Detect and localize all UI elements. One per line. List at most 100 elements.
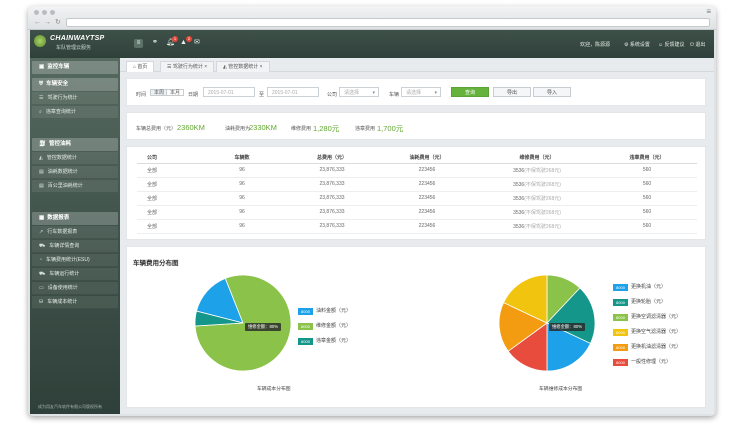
sidebar-section-safety[interactable]: ⛨ 车辆安全 (32, 78, 118, 91)
tab-driving-behavior[interactable]: ☰ 驾驶行为统计 × (160, 61, 215, 72)
tab-home[interactable]: ⌂ 首页 (126, 61, 155, 72)
date-from-input[interactable]: 2015-07-01 (203, 87, 255, 97)
col-company[interactable]: 公司 (137, 152, 197, 164)
table-row[interactable]: 全部 96 23,876,333 223456 3536(不保驾驶268元) 560 (137, 177, 697, 192)
legend-item[interactable]: 8000 更换轮胎（元） (613, 298, 666, 306)
back-arrow-icon[interactable]: ← (34, 19, 41, 26)
to-label: 至 (259, 92, 265, 98)
alert-badge: 2 (186, 36, 192, 42)
legend-label: 违章金额（元） (316, 338, 352, 344)
legend-item[interactable]: 8000 违章金额（元） (298, 337, 351, 345)
company-select[interactable]: 请选择 (339, 87, 379, 98)
export-button[interactable]: 导出 (493, 87, 531, 97)
legend-item[interactable]: 8000 油料金额（元） (298, 307, 351, 315)
cell-fine: 560 (597, 163, 697, 178)
col-repair[interactable]: 维修费用（元） (477, 152, 597, 164)
feedback-link[interactable]: ☺ 反馈建议 (658, 41, 685, 48)
sidebar-item-label: 车辆详情查询 (49, 243, 80, 249)
table-row[interactable]: 全部 96 23,876,333 223456 3536(不保驾驶268元) 560 (137, 205, 697, 220)
query-button[interactable]: 查询 (451, 87, 489, 97)
legend-label: 更换机油滤清器（元） (631, 344, 682, 350)
sidebar-item-vehicle-expense[interactable]: ⛁ 车辆成本统计 (32, 296, 118, 309)
legend-label: 更换空气滤清器（元） (631, 329, 682, 335)
cell-repair-value: 3536 (513, 167, 525, 174)
browser-menu-icon[interactable]: ≡ (706, 8, 711, 16)
tab-label: 首页 (137, 64, 148, 70)
top-bar: CHAINWAYTSP 车队管理云服务 ≡ ⚭ 🔔︎ 1 ▲ 2 ✉ 欢迎，陈源… (30, 30, 714, 58)
legend-item[interactable]: 8000 更换空调滤清器（元） (613, 313, 681, 321)
close-icon[interactable]: × (260, 64, 263, 70)
period-this-month[interactable]: 本月 (166, 89, 185, 96)
tab-control-data[interactable]: ◭ 管控数据统计 × (216, 61, 270, 72)
legend-badge: 8000 (613, 328, 628, 336)
sidebar-item-label: 车辆成本统计 (47, 299, 78, 305)
sidebar-section-label: 管控油耗 (48, 141, 71, 147)
sidebar-item-driving-report[interactable]: ↗ 行车数据报表 (32, 226, 118, 239)
date-to-input[interactable]: 2015-07-01 (267, 87, 319, 97)
import-button[interactable]: 导入 (533, 87, 571, 97)
stat-total-value: 2360KM (177, 123, 205, 132)
sidebar-item-label: 违章查询统计 (45, 109, 76, 115)
cell-vehicle-count: 96 (197, 205, 287, 220)
logout-link[interactable]: ⏻ 退出 (690, 41, 705, 48)
repair-pie-tooltip: 维修金额：80% (549, 323, 586, 331)
window-close-dot[interactable] (34, 10, 39, 15)
sidebar-item-violation-query[interactable]: ⌕ 违章查询统计 (32, 106, 118, 119)
table-row[interactable]: 全部 96 23,876,333 223456 3536(不保驾驶268元) 560 (137, 163, 697, 178)
cell-fine-value: 560 (642, 223, 652, 229)
cell-total: 23,876,333 (287, 205, 377, 220)
sidebar-item-fuel-data[interactable]: ▤ 油耗数据统计 (32, 166, 118, 179)
cell-fine-value: 560 (642, 209, 652, 215)
table-body: 全部 96 23,876,333 223456 3536(不保驾驶268元) 560 全部 9… (137, 163, 697, 234)
forward-arrow-icon[interactable]: → (44, 19, 51, 26)
cell-repair-value: 3536 (513, 223, 525, 230)
cell-total-value: 23,876,333 (319, 195, 345, 201)
legend-item[interactable]: 8000 更换机油滤清器（元） (613, 343, 681, 351)
settings-link[interactable]: ⚙ 系统设置 (624, 41, 650, 48)
vehicle-select[interactable]: 请选择 (401, 87, 441, 98)
cell-total: 23,876,333 (287, 177, 377, 192)
address-bar[interactable] (66, 18, 710, 27)
cell-repair: 3536(不保驾驶268元) (477, 205, 597, 220)
cell-company-value: 全部 (147, 223, 158, 230)
reload-icon[interactable]: ↻ (55, 19, 61, 26)
legend-item[interactable]: 8000 更换机油（元） (613, 283, 666, 291)
cell-vehicle-count-value: 96 (239, 223, 245, 229)
col-vehicle-count[interactable]: 车辆数 (197, 152, 287, 164)
legend-label: 油料金额（元） (316, 308, 352, 314)
sidebar-section-reports[interactable]: ▦ 数据报表 (32, 212, 118, 225)
legend-badge: 8000 (298, 337, 313, 345)
notification-badge: 1 (172, 36, 178, 42)
sidebar-item-driving-behavior[interactable]: ☰ 驾驶行为统计 (32, 92, 118, 105)
menu-toggle-button[interactable]: ≡ (134, 39, 143, 48)
window-minimize-dot[interactable] (42, 10, 47, 15)
sidebar-item-vehicle-operation[interactable]: ⛟ 车辆运行统计 (32, 268, 118, 281)
legend-badge: 8000 (298, 307, 313, 315)
sidebar-section-fuel[interactable]: ⛽︎ 管控油耗 (32, 138, 118, 151)
sidebar-item-device-usage[interactable]: ▭ 设备使用统计 (32, 282, 118, 295)
col-fuel[interactable]: 油耗费用（元） (377, 152, 477, 164)
link-icon[interactable]: ⚭ (152, 39, 158, 46)
cell-repair-note: (不保驾驶268元) (524, 195, 561, 202)
legend-item[interactable]: 8000 一般性修理（元） (613, 358, 671, 366)
sidebar-item-control-data[interactable]: ◭ 管控数据统计 (32, 152, 118, 165)
sidebar-section-monitor[interactable]: ▣ 监控车辆 (32, 61, 118, 74)
sidebar-item-fuel-per-100km[interactable]: ▤ 百公里油耗统计 (32, 180, 118, 193)
window-zoom-dot[interactable] (50, 10, 55, 15)
legend-item[interactable]: 8000 维修金额（元） (298, 322, 351, 330)
table-row[interactable]: 全部 96 23,876,333 223456 3536(不保驾驶268元) 560 (137, 219, 697, 234)
close-icon[interactable]: × (204, 64, 207, 70)
table-row[interactable]: 全部 96 23,876,333 223456 3536(不保驾驶268元) 560 (137, 191, 697, 206)
legend-item[interactable]: 8000 更换空气滤清器（元） (613, 328, 681, 336)
cell-fine: 560 (597, 191, 697, 206)
cell-repair: 3536(不保驾驶268元) (477, 219, 597, 234)
sidebar-item-label: 行车数据报表 (47, 229, 78, 235)
col-fine[interactable]: 违章费用（元） (597, 152, 697, 164)
sidebar-item-vehicle-detail[interactable]: ⛟ 车辆详情查询 (32, 240, 118, 253)
mail-icon[interactable]: ✉ (194, 39, 200, 46)
sidebar-item-vehicle-cost[interactable]: ◔ 车辆费用统计(ESU) (32, 254, 118, 267)
cell-company-value: 全部 (147, 195, 158, 202)
col-total[interactable]: 总费用（元） (287, 152, 377, 164)
stat-repair-label: 维修费用 (291, 126, 312, 132)
cell-company: 全部 (137, 191, 197, 206)
